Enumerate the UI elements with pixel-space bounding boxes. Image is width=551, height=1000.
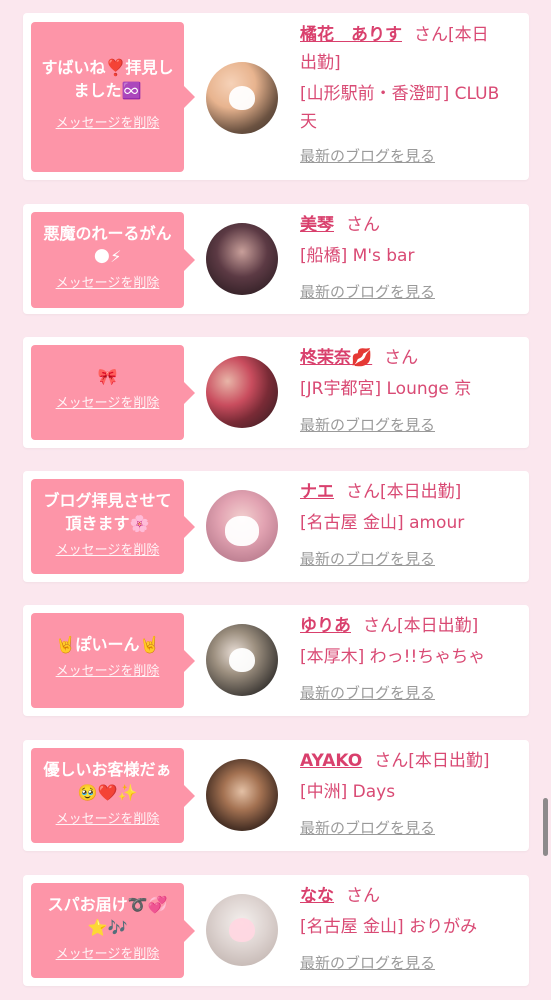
delete-message-link[interactable]: メッセージを削除 [56,272,160,291]
delete-message-link[interactable]: メッセージを削除 [56,112,160,131]
avatar[interactable] [206,894,278,966]
message-text-line1: 🎀 [97,367,118,386]
message-text-line1: 優しいお客様だぁ [43,760,172,779]
shop-location: [名古屋 金山] amour [300,513,465,533]
latest-blog-link[interactable]: 最新のブログを見る [300,814,517,842]
name-suffix: さん [346,215,380,235]
message-card: 優しいお客様だぁ 🥹❤️✨ メッセージを削除 AYAKO さん[本日出勤] [中洲… [23,740,529,851]
message-text-line2: 頂きます🌸 [65,514,150,533]
name-suffix: さん[本日出勤] [346,482,462,502]
avatar[interactable] [206,62,278,134]
delete-message-link[interactable]: メッセージを削除 [56,539,160,558]
message-bubble: スパお届け➰💞 ⭐🎶 メッセージを削除 [31,883,195,978]
heart-sticker-icon [229,86,255,110]
profile-info: ゆりあ さん[本日出勤] [本厚木] わっ!!ちゃちゃ 最新のブログを見る [300,612,517,707]
message-bubble: 🎀 メッセージを削除 [31,345,195,440]
latest-blog-link[interactable]: 最新のブログを見る [300,545,517,573]
latest-blog-link[interactable]: 最新のブログを見る [300,278,517,306]
name-suffix: さん[本日出勤] [363,616,479,636]
name-suffix: さん[本日 [414,25,489,45]
shop-location: [本厚木] わっ!!ちゃちゃ [300,647,486,667]
message-text-line2: 🥹❤️✨ [77,783,138,802]
profile-info: ナエ さん[本日出勤] [名古屋 金山] amour 最新のブログを見る [300,478,517,573]
girl-name-link[interactable]: 柊茉奈💋 [300,348,372,368]
message-card: 🤘ぽいーん🤘 メッセージを削除 ゆりあ さん[本日出勤] [本厚木] わっ!!ちゃ… [23,605,529,716]
avatar[interactable] [206,356,278,428]
message-list: すばいね❣️拝見し ました♾️ メッセージを削除 橘花 ありす さん[本日 出勤]… [0,0,551,1000]
heart-sticker-icon [229,648,255,672]
message-text-line1: 🤘ぽいーん🤘 [55,635,160,654]
shop-location: [山形駅前・香澄町] CLUB [300,84,500,104]
message-text-line2: ⭐🎶 [87,918,128,937]
message-card: スパお届け➰💞 ⭐🎶 メッセージを削除 なな さん [名古屋 金山] おりがみ 最… [23,875,529,986]
girl-name-link[interactable]: 橘花 ありす [300,25,402,45]
latest-blog-link[interactable]: 最新のブログを見る [300,949,517,977]
avatar[interactable] [206,223,278,295]
girl-name-link[interactable]: AYAKO [300,751,362,771]
profile-info: AYAKO さん[本日出勤] [中洲] Days 最新のブログを見る [300,747,517,842]
latest-blog-link[interactable]: 最新のブログを見る [300,411,517,439]
girl-name-link[interactable]: ナエ [300,482,334,502]
girl-name-link[interactable]: 美琴 [300,215,334,235]
message-bubble: すばいね❣️拝見し ました♾️ メッセージを削除 [31,22,195,172]
message-card: ブログ拝見させて 頂きます🌸 メッセージを削除 ナエ さん[本日出勤] [名古屋 … [23,471,529,582]
avatar[interactable] [206,624,278,696]
cat-sticker-icon [225,516,259,546]
shop-location: [船橋] M's bar [300,246,415,266]
delete-message-link[interactable]: メッセージを削除 [56,392,160,411]
profile-info: 柊茉奈💋 さん [JR宇都宮] Lounge 京 最新のブログを見る [300,344,517,439]
shop-location: [中洲] Days [300,782,396,802]
shop-location: [名古屋 金山] おりがみ [300,917,478,937]
message-text-line1: ブログ拝見させて [43,491,172,510]
avatar[interactable] [206,759,278,831]
profile-info: 橘花 ありす さん[本日 出勤] [山形駅前・香澄町] CLUB 天 最新のブログ… [300,21,517,170]
scrollbar-thumb[interactable] [543,798,548,856]
message-bubble: 🤘ぽいーん🤘 メッセージを削除 [31,613,195,708]
message-text-line1: スパお届け➰💞 [47,895,168,914]
message-bubble: 優しいお客様だぁ 🥹❤️✨ メッセージを削除 [31,748,195,843]
name-suffix: さん [346,886,380,906]
message-text-line1: すばいね❣️拝見し [41,58,174,77]
name-suffix-continued: 出勤] [300,53,341,73]
message-text-line2: ました♾️ [73,81,142,100]
delete-message-link[interactable]: メッセージを削除 [56,660,160,679]
profile-info: なな さん [名古屋 金山] おりがみ 最新のブログを見る [300,882,517,977]
avatar[interactable] [206,490,278,562]
message-bubble: ブログ拝見させて 頂きます🌸 メッセージを削除 [31,479,195,574]
heart-sticker-icon [229,918,255,942]
message-bubble: 悪魔のれーるがん 🌑⚡ メッセージを削除 [31,212,195,308]
delete-message-link[interactable]: メッセージを削除 [56,808,160,827]
name-suffix: さん [384,348,419,368]
name-suffix: さん[本日出勤] [374,751,490,771]
message-card: 🎀 メッセージを削除 柊茉奈💋 さん [JR宇都宮] Lounge 京 最新のブロ… [23,337,529,448]
delete-message-link[interactable]: メッセージを削除 [56,943,160,962]
message-text-line1: 悪魔のれーるがん [43,224,172,243]
latest-blog-link[interactable]: 最新のブログを見る [300,679,517,707]
shop-location-continued: 天 [300,112,317,132]
message-card: すばいね❣️拝見し ました♾️ メッセージを削除 橘花 ありす さん[本日 出勤]… [23,13,529,180]
message-text-line2: 🌑⚡ [93,247,122,266]
shop-location: [JR宇都宮] Lounge 京 [300,379,472,399]
girl-name-link[interactable]: ゆりあ [300,616,351,636]
girl-name-link[interactable]: なな [300,886,334,906]
profile-info: 美琴 さん [船橋] M's bar 最新のブログを見る [300,211,517,306]
message-card: 悪魔のれーるがん 🌑⚡ メッセージを削除 美琴 さん [船橋] M's bar 最… [23,204,529,314]
latest-blog-link[interactable]: 最新のブログを見る [300,142,517,170]
